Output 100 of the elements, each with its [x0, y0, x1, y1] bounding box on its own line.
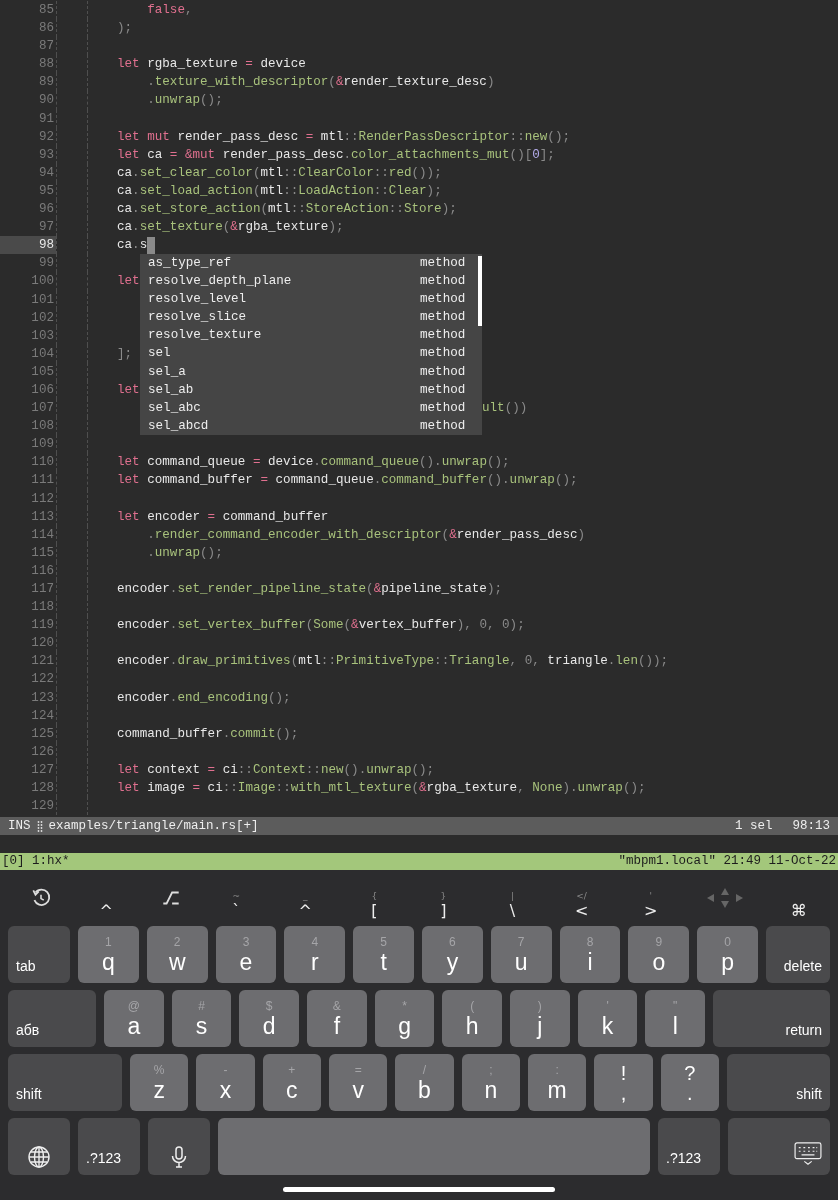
toolbar-key[interactable]: _ ^ [290, 876, 321, 920]
keyboard-key[interactable]: абв [8, 990, 96, 1047]
keyboard-key[interactable]: + c [262, 1054, 321, 1111]
keyboard-key[interactable]: ; n [461, 1054, 520, 1111]
line-number: 113 [30, 508, 55, 526]
keyboard-key[interactable]: * g [374, 990, 435, 1047]
undo-icon[interactable] [30, 887, 52, 909]
keyboard-key[interactable]: ? . [660, 1054, 719, 1111]
keyboard-key[interactable]: shift [726, 1054, 830, 1111]
line-number: 119 [30, 617, 55, 635]
keyboard-key[interactable]: 7 u [490, 926, 552, 983]
keyboard-key[interactable]: @ a [104, 990, 164, 1047]
keyboard-key[interactable]: 3 e [215, 926, 277, 983]
line-number: 105 [30, 363, 55, 381]
keyboard-key[interactable]: .?123 [658, 1118, 720, 1175]
keyboard-key[interactable]: delete [765, 926, 830, 983]
keyboard-key[interactable]: 5 t [353, 926, 414, 983]
keyboard-key[interactable]: ! , [594, 1054, 653, 1111]
line-number: 86 [37, 20, 55, 38]
code-line: let image = ci::Image::with_mtl_texture(&rgba_texture, None).unwrap(); [117, 780, 646, 798]
line-number: 101 [30, 291, 55, 309]
toolbar-key[interactable]: ^ [91, 876, 122, 920]
line-number: 104 [30, 345, 55, 363]
selection-count: 1 sel [734, 818, 773, 835]
line-number: 116 [30, 562, 55, 580]
keyboard-key[interactable]: % z [130, 1054, 189, 1111]
line-number: 111 [30, 472, 55, 490]
code-line: encoder.draw_primitives(mtl::PrimitiveType::Triangle, 0, triangle.len()); [117, 653, 669, 671]
line-number: 109 [30, 436, 55, 454]
line-number: 128 [30, 780, 55, 798]
toolbar-key[interactable]: { [ [359, 876, 390, 920]
line-number: 118 [30, 599, 55, 617]
line-number: 89 [37, 74, 55, 92]
keyboard-key[interactable]: " l [645, 990, 706, 1047]
hide-keyboard-key[interactable] [728, 1118, 830, 1175]
completion-item[interactable]: resolve_level method [140, 290, 482, 309]
code-line: false, [147, 2, 193, 19]
keyboard-key[interactable]: tab [8, 926, 70, 983]
host-clock: "mbpm1.local" 21:49 11-Oct-22 [618, 853, 836, 870]
globe-key[interactable] [8, 1118, 70, 1175]
completion-item[interactable]: sel method [140, 344, 482, 363]
line-number: 95 [37, 182, 55, 200]
completion-item[interactable]: resolve_texture method [140, 326, 482, 345]
keyboard-key[interactable]: # s [171, 990, 232, 1047]
keyboard-key[interactable]: 1 q [78, 926, 139, 983]
code-line: command_buffer.commit(); [117, 725, 299, 743]
line-number: 129 [30, 798, 55, 816]
completion-item[interactable]: as_type_ref method [140, 254, 482, 273]
keyboard-key[interactable]: $ d [239, 990, 299, 1047]
completion-item[interactable]: sel_a method [140, 362, 482, 381]
line-number: 120 [30, 635, 55, 653]
keyboard-key[interactable]: 8 i [559, 926, 621, 983]
line-number: 97 [37, 219, 55, 237]
file-path: examples/triangle/main.rs[+] [48, 818, 259, 835]
code-line: ca.s [117, 237, 148, 255]
keyboard-key[interactable]: = v [329, 1054, 388, 1111]
code-line: let rgba_texture = device [117, 56, 306, 74]
completion-item[interactable]: resolve_depth_plane method [140, 272, 482, 291]
keyboard-key[interactable]: ) j [510, 990, 570, 1047]
line-number: 127 [30, 761, 55, 779]
keyboard-key[interactable]: ' k [577, 990, 638, 1047]
keyboard-key[interactable]: & f [307, 990, 367, 1047]
toolbar-key[interactable]: | \ [497, 876, 528, 920]
code-line: let context = ci::Context::new().unwrap(); [117, 761, 435, 779]
keyboard-key[interactable]: 2 w [146, 926, 208, 983]
line-number: 96 [37, 201, 55, 219]
globe-icon [27, 1144, 51, 1169]
completion-item[interactable]: sel_abc method [140, 398, 482, 417]
line-number: 115 [30, 544, 55, 562]
keyboard-key[interactable]: / b [395, 1054, 454, 1111]
completion-item[interactable]: sel_abcd method [140, 416, 482, 435]
code-line: ca.set_load_action(mtl::LoadAction::Clear); [117, 182, 442, 200]
toolbar-key[interactable]: ' > [635, 876, 666, 920]
toolbar-key[interactable]: </ < [566, 876, 597, 920]
dictation-key[interactable] [148, 1118, 210, 1175]
keyboard-key[interactable]: 4 r [284, 926, 346, 983]
line-number: 117 [30, 581, 55, 598]
keyboard-key[interactable]: .?123 [78, 1118, 140, 1175]
code-line: ]; [117, 345, 133, 363]
keyboard-key[interactable]: : m [527, 1054, 587, 1111]
code-line: ); [117, 20, 133, 38]
line-number: 103 [30, 327, 55, 345]
keyboard-key[interactable]: - x [196, 1054, 255, 1111]
toolbar-key[interactable]: ⌘ [783, 876, 814, 920]
keyboard-key[interactable]: shift [8, 1054, 122, 1111]
line-number: 90 [37, 92, 55, 110]
completion-item[interactable]: resolve_slice method [140, 308, 482, 327]
code-line: .render_command_encoder_with_descriptor(&render_pass_desc) [147, 526, 586, 544]
keyboard-key[interactable]: return [713, 990, 831, 1047]
code-line: .texture_with_descriptor(&render_texture_desc) [147, 74, 495, 92]
toolbar-key[interactable]: ~ ` [221, 876, 252, 920]
code-line: encoder.set_vertex_buffer(Some(&vertex_buffer), 0, 0); [117, 617, 525, 635]
keyboard-key[interactable]: ( h [442, 990, 503, 1047]
code-line: ca.set_clear_color(mtl::ClearColor::red()); [117, 164, 442, 182]
completion-item[interactable]: sel_ab method [140, 380, 482, 399]
line-number: 126 [30, 743, 55, 761]
toolbar-key[interactable]: } ] [428, 876, 459, 920]
line-number: 122 [30, 671, 55, 689]
line-number: 108 [30, 418, 55, 436]
scrollbar-thumb[interactable] [478, 256, 482, 326]
